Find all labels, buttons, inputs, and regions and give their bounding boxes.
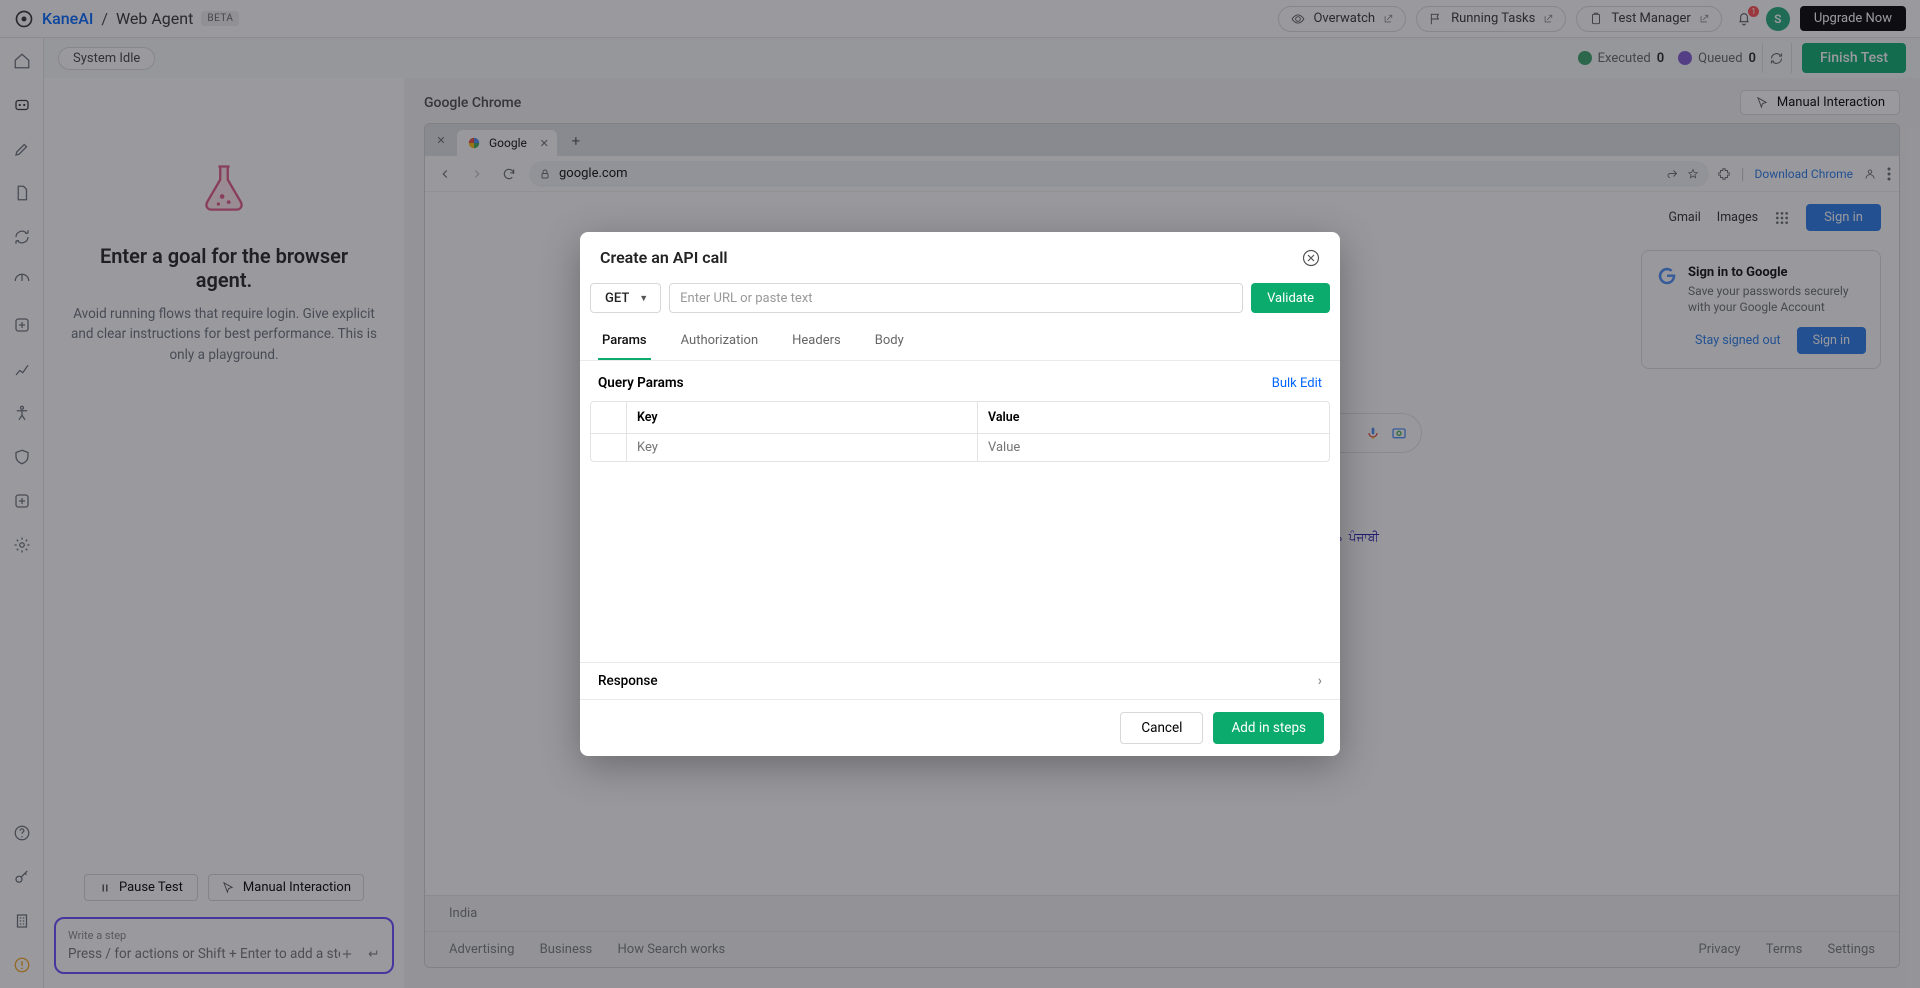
tab-authorization[interactable]: Authorization: [677, 325, 763, 360]
key-input[interactable]: [637, 440, 967, 455]
query-params-heading: Query Params: [598, 375, 684, 391]
checkbox-header: [591, 402, 627, 434]
modal-backdrop[interactable]: Create an API call GET ▼ Validate Params…: [0, 0, 1920, 988]
table-row: [591, 434, 1329, 461]
api-url-input[interactable]: [669, 283, 1243, 313]
modal-close-button[interactable]: [1302, 249, 1320, 267]
chevron-down-icon: ▼: [639, 293, 648, 304]
add-in-steps-button[interactable]: Add in steps: [1213, 712, 1324, 744]
validate-button[interactable]: Validate: [1251, 283, 1330, 313]
key-column-header: Key: [627, 402, 978, 434]
tab-params[interactable]: Params: [598, 325, 651, 360]
tab-body[interactable]: Body: [871, 325, 908, 360]
value-column-header: Value: [978, 402, 1329, 434]
http-method-select[interactable]: GET ▼: [590, 283, 661, 313]
close-icon: [1302, 249, 1320, 267]
row-checkbox[interactable]: [591, 434, 627, 461]
value-input[interactable]: [988, 440, 1319, 455]
query-params-table: Key Value: [590, 401, 1330, 462]
bulk-edit-link[interactable]: Bulk Edit: [1272, 376, 1322, 391]
api-call-modal: Create an API call GET ▼ Validate Params…: [580, 232, 1340, 756]
chevron-right-icon: ›: [1318, 673, 1322, 689]
cancel-button[interactable]: Cancel: [1120, 712, 1203, 744]
tab-headers[interactable]: Headers: [788, 325, 845, 360]
modal-title: Create an API call: [600, 248, 728, 267]
modal-tabs: Params Authorization Headers Body: [580, 325, 1340, 361]
response-section-toggle[interactable]: Response ›: [580, 662, 1340, 699]
